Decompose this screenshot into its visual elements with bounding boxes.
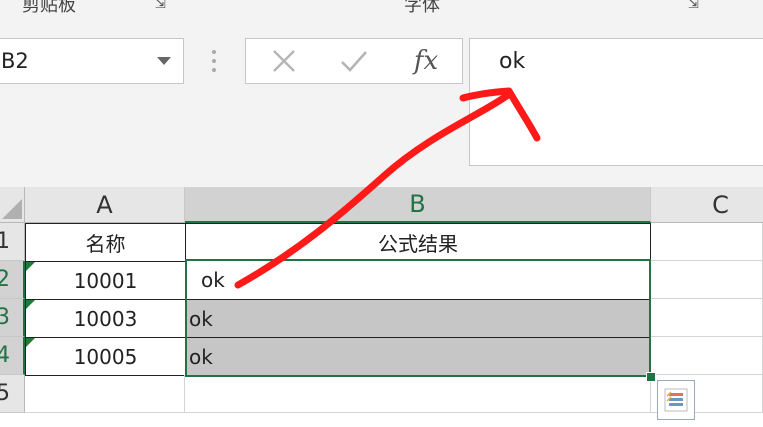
annotation-arrow (234, 87, 541, 289)
